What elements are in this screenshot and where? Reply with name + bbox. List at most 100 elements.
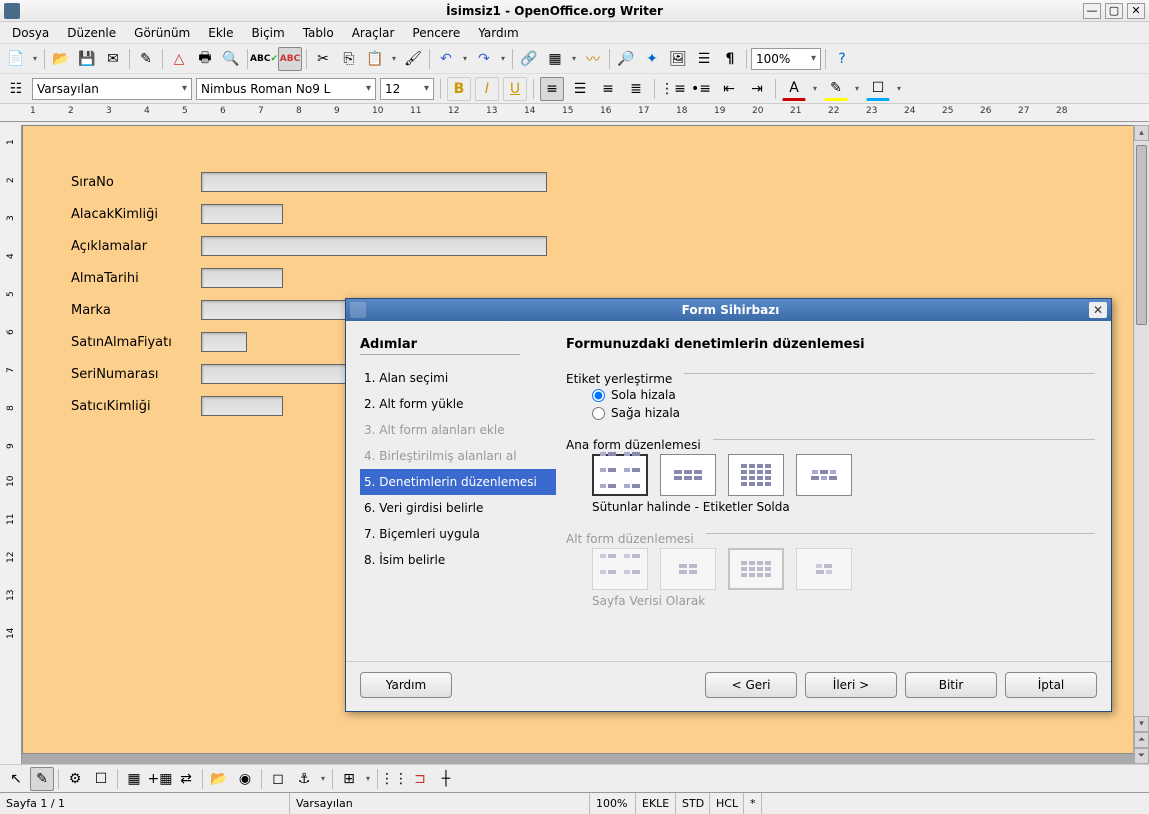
- back-button[interactable]: < Geri: [705, 672, 797, 698]
- bgcolor-button[interactable]: ☐: [866, 77, 890, 101]
- vertical-scrollbar[interactable]: ▴ ▾ ⏶ ⏷: [1133, 125, 1149, 764]
- justify-button[interactable]: ≣: [624, 77, 648, 101]
- menu-dosya[interactable]: Dosya: [4, 24, 57, 42]
- zoom-combo[interactable]: 100%: [751, 48, 821, 70]
- font-size-combo[interactable]: 12: [380, 78, 434, 100]
- table-dropdown[interactable]: ▾: [569, 47, 579, 71]
- menu-biçim[interactable]: Biçim: [244, 24, 293, 42]
- menu-tablo[interactable]: Tablo: [295, 24, 342, 42]
- numbering-button[interactable]: ⋮≡: [661, 77, 685, 101]
- font-color-button[interactable]: A: [782, 77, 806, 101]
- field-input[interactable]: [201, 396, 283, 416]
- preview-button[interactable]: 🔍: [219, 47, 243, 71]
- underline-button[interactable]: U: [503, 77, 527, 101]
- guides-button[interactable]: ┼: [434, 767, 458, 791]
- open-button[interactable]: 📂: [49, 47, 73, 71]
- finish-button[interactable]: Bitir: [905, 672, 997, 698]
- italic-button[interactable]: I: [475, 77, 499, 101]
- navigator-button[interactable]: ✦: [640, 47, 664, 71]
- position-button[interactable]: ◻: [266, 767, 290, 791]
- scroll-down-button[interactable]: ▾: [1134, 716, 1149, 732]
- bgcolor-dropdown[interactable]: ▾: [894, 77, 904, 101]
- gallery-button[interactable]: 🖼: [666, 47, 690, 71]
- form-button[interactable]: ☐: [89, 767, 113, 791]
- wizard-step[interactable]: 1. Alan seçimi: [360, 365, 556, 391]
- status-insert[interactable]: EKLE: [636, 793, 676, 814]
- select-tool[interactable]: ↖: [4, 767, 28, 791]
- design-mode-button[interactable]: ✎: [30, 767, 54, 791]
- wizard-step[interactable]: 7. Biçemleri uygula: [360, 521, 556, 547]
- align-left-input[interactable]: [592, 389, 605, 402]
- bold-button[interactable]: B: [447, 77, 471, 101]
- new-dropdown[interactable]: ▾: [30, 47, 40, 71]
- status-std[interactable]: STD: [676, 793, 710, 814]
- align-right-radio[interactable]: Sağa hizala: [592, 406, 1095, 420]
- vertical-ruler[interactable]: 1234567891011121314: [0, 125, 22, 764]
- wizard-step[interactable]: 6. Veri girdisi belirle: [360, 495, 556, 521]
- field-input[interactable]: [201, 236, 547, 256]
- print-button[interactable]: 🖶: [193, 47, 217, 71]
- new-doc-button[interactable]: 📄: [4, 47, 28, 71]
- main-layout-columns-top[interactable]: [660, 454, 716, 496]
- font-color-dropdown[interactable]: ▾: [810, 77, 820, 101]
- paste-button[interactable]: 📋: [363, 47, 387, 71]
- field-input[interactable]: [201, 204, 283, 224]
- autospell-button[interactable]: ABC: [278, 47, 302, 71]
- tab-order-button[interactable]: ⇄: [174, 767, 198, 791]
- dialog-titlebar[interactable]: Form Sihirbazı ✕: [346, 299, 1111, 321]
- align-dropdown[interactable]: ▾: [363, 767, 373, 791]
- wizard-step[interactable]: 8. İsim belirle: [360, 547, 556, 573]
- menu-araçlar[interactable]: Araçlar: [344, 24, 403, 42]
- table-button[interactable]: ▦: [543, 47, 567, 71]
- format-paint-button[interactable]: 🖌: [401, 47, 425, 71]
- scroll-thumb[interactable]: [1136, 145, 1147, 325]
- field-input[interactable]: [201, 172, 547, 192]
- help-button[interactable]: Yardım: [360, 672, 452, 698]
- dialog-close-button[interactable]: ✕: [1089, 302, 1107, 318]
- open-design-button[interactable]: 📂: [207, 767, 231, 791]
- minimize-button[interactable]: —: [1083, 3, 1101, 19]
- nonprinting-button[interactable]: ¶: [718, 47, 742, 71]
- increase-indent-button[interactable]: ⇥: [745, 77, 769, 101]
- maximize-button[interactable]: ▢: [1105, 3, 1123, 19]
- email-button[interactable]: ✉: [101, 47, 125, 71]
- highlight-button[interactable]: ✎: [824, 77, 848, 101]
- main-layout-columns-left[interactable]: [592, 454, 648, 496]
- pdf-export-button[interactable]: △: [167, 47, 191, 71]
- status-zoom[interactable]: 100%: [590, 793, 636, 814]
- redo-dropdown[interactable]: ▾: [498, 47, 508, 71]
- menu-pencere[interactable]: Pencere: [404, 24, 468, 42]
- field-input[interactable]: [201, 332, 247, 352]
- scroll-up-button[interactable]: ▴: [1134, 125, 1149, 141]
- add-field-button[interactable]: +▦: [148, 767, 172, 791]
- help-button[interactable]: ?: [830, 47, 854, 71]
- spellcheck-button[interactable]: ABC✔: [252, 47, 276, 71]
- align-right-button[interactable]: ≡: [596, 77, 620, 101]
- undo-button[interactable]: ↶: [434, 47, 458, 71]
- horizontal-ruler[interactable]: 1234567891011121314151617181920212223242…: [0, 104, 1149, 122]
- status-modified[interactable]: *: [744, 793, 762, 814]
- decrease-indent-button[interactable]: ⇤: [717, 77, 741, 101]
- find-button[interactable]: 🔎: [614, 47, 638, 71]
- status-page[interactable]: Sayfa 1 / 1: [0, 793, 290, 814]
- align-left-radio[interactable]: Sola hizala: [592, 388, 1095, 402]
- status-hcl[interactable]: HCL: [710, 793, 744, 814]
- align-button[interactable]: ⊞: [337, 767, 361, 791]
- undo-dropdown[interactable]: ▾: [460, 47, 470, 71]
- paste-dropdown[interactable]: ▾: [389, 47, 399, 71]
- highlight-dropdown[interactable]: ▾: [852, 77, 862, 101]
- grid-button[interactable]: ⋮⋮: [382, 767, 406, 791]
- control-button[interactable]: ⚙: [63, 767, 87, 791]
- wizard-step[interactable]: 2. Alt form yükle: [360, 391, 556, 417]
- prev-page-button[interactable]: ⏶: [1134, 732, 1149, 748]
- status-style[interactable]: Varsayılan: [290, 793, 590, 814]
- main-layout-blocks[interactable]: [796, 454, 852, 496]
- nav-button[interactable]: ▦: [122, 767, 146, 791]
- menu-düzenle[interactable]: Düzenle: [59, 24, 124, 42]
- main-layout-datasheet[interactable]: [728, 454, 784, 496]
- bullets-button[interactable]: •≡: [689, 77, 713, 101]
- anchor-button[interactable]: ⚓: [292, 767, 316, 791]
- datasources-button[interactable]: ☰: [692, 47, 716, 71]
- field-input[interactable]: [201, 268, 283, 288]
- styles-button[interactable]: ☷: [4, 77, 28, 101]
